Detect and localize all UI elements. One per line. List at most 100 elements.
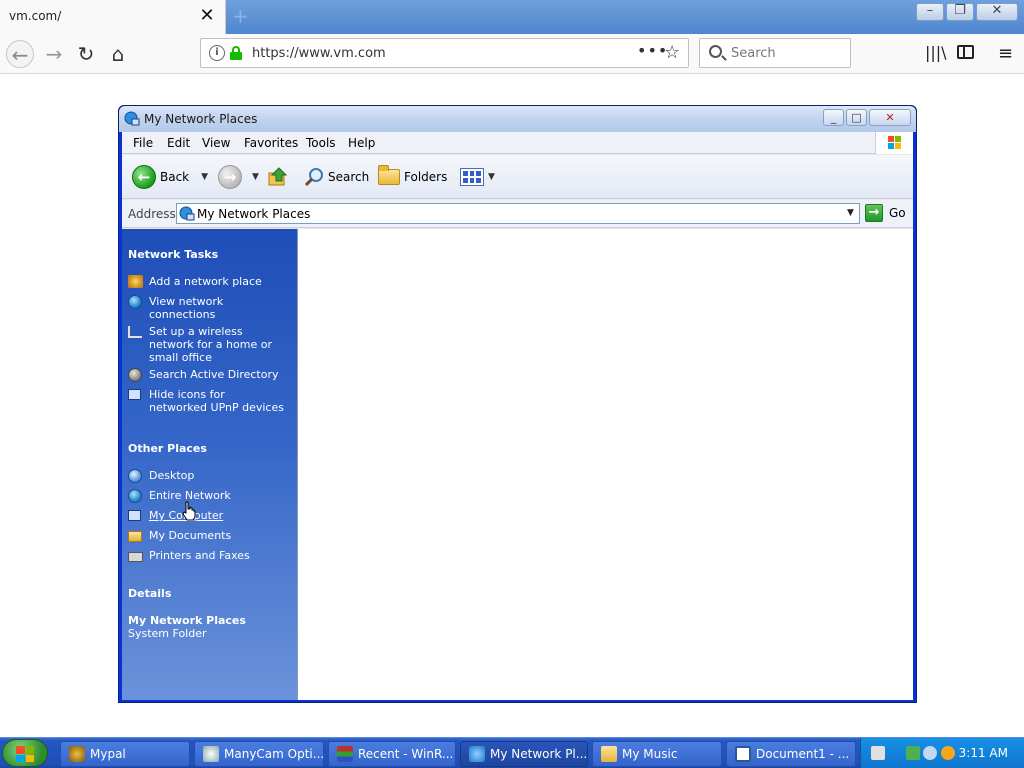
manycam-icon: [203, 746, 219, 762]
menu-tools[interactable]: Tools: [306, 136, 336, 150]
browser-tab-bar: vm.com/ ✕ + – ❐ ✕: [0, 0, 1024, 34]
task-view-network-connections[interactable]: View network connections: [128, 295, 293, 321]
place-my-documents[interactable]: My Documents: [128, 529, 293, 544]
task-label: Set up a wireless network for a home or …: [149, 325, 272, 364]
sidebar-toggle-icon[interactable]: [957, 45, 974, 59]
browser-restore-button[interactable]: ❐: [946, 3, 974, 21]
window-title-bar[interactable]: My Network Places _ □ ✕: [119, 106, 916, 132]
url-text[interactable]: https://www.vm.com: [252, 46, 386, 61]
search-placeholder: Search: [731, 46, 776, 61]
folders-button[interactable]: Folders: [378, 164, 447, 190]
windows-logo-icon: [875, 132, 913, 154]
add-network-place-icon: [128, 275, 143, 288]
winrar-icon: [337, 746, 353, 762]
address-field[interactable]: My Network Places ▼: [176, 203, 860, 224]
browser-nav-bar: ← → ↻ ⌂ i https://www.vm.com ••• ☆ Searc…: [0, 34, 1024, 74]
word-icon: [735, 746, 751, 762]
toolbar: ← Back ▼ → ▼ Search Folders ▼: [122, 155, 913, 199]
maximize-button[interactable]: □: [846, 109, 867, 126]
manycam-tray-icon[interactable]: [923, 746, 937, 760]
search-icon: [304, 168, 323, 187]
minimize-button[interactable]: _: [823, 109, 844, 126]
search-label: Search: [328, 170, 370, 184]
library-icon[interactable]: |||\: [925, 43, 947, 62]
address-value: My Network Places: [197, 207, 311, 221]
hamburger-menu-icon[interactable]: ≡: [998, 43, 1013, 64]
go-label: Go: [889, 206, 906, 220]
task-label: My Network Pl...: [490, 747, 588, 761]
search-tray-icon[interactable]: [941, 746, 955, 760]
windows-logo-icon: [16, 746, 34, 762]
browser-window-controls: – ❐ ✕: [916, 3, 1018, 21]
address-dropdown-icon[interactable]: ▼: [842, 204, 859, 223]
details-type: System Folder: [128, 627, 207, 640]
views-button[interactable]: ▼: [460, 164, 495, 190]
network-tasks-heading[interactable]: Network Tasks: [128, 248, 218, 261]
folder-content-area[interactable]: [297, 229, 913, 700]
menu-help[interactable]: Help: [348, 136, 375, 150]
menu-favorites[interactable]: Favorites: [244, 136, 298, 150]
back-arrow-icon[interactable]: ←: [6, 40, 34, 68]
start-button[interactable]: [2, 739, 48, 767]
task-hide-upnp-icons[interactable]: Hide icons for networked UPnP devices: [128, 388, 293, 414]
lock-icon: [230, 46, 242, 60]
network-tray-icon[interactable]: [906, 746, 920, 760]
place-my-computer[interactable]: My Computer: [128, 509, 293, 524]
network-places-icon: [179, 206, 195, 221]
other-places-heading[interactable]: Other Places: [128, 442, 207, 455]
reload-icon[interactable]: ↻: [72, 40, 100, 68]
forward-arrow-icon[interactable]: →: [40, 40, 68, 68]
task-document1[interactable]: Document1 - ...: [726, 741, 856, 767]
up-button[interactable]: [267, 164, 289, 190]
place-entire-network[interactable]: Entire Network: [128, 489, 293, 504]
browser-close-button[interactable]: ✕: [976, 3, 1018, 21]
address-label: Address: [128, 207, 176, 221]
tab-close-icon[interactable]: ✕: [198, 6, 216, 26]
clock[interactable]: 3:11 AM: [959, 746, 1008, 760]
taskbar: Mypal ManyCam Opti... Recent - WinR... M…: [0, 737, 1024, 768]
close-button[interactable]: ✕: [869, 109, 911, 126]
task-label: Document1 - ...: [756, 747, 850, 761]
task-label: Recent - WinR...: [358, 747, 454, 761]
menu-edit[interactable]: Edit: [167, 136, 190, 150]
my-documents-icon: [128, 531, 142, 542]
new-tab-button[interactable]: +: [232, 4, 249, 28]
browser-minimize-button[interactable]: –: [916, 3, 944, 21]
upnp-icon: [128, 389, 141, 400]
task-label: Mypal: [90, 747, 126, 761]
task-add-network-place[interactable]: Add a network place: [128, 275, 293, 290]
back-label: Back: [160, 170, 190, 184]
forward-dropdown-icon[interactable]: ▼: [252, 172, 259, 182]
task-my-music[interactable]: My Music: [592, 741, 722, 767]
keyboard-icon[interactable]: [871, 746, 885, 760]
task-pane: Network Tasks Add a network place View n…: [122, 229, 297, 700]
task-setup-wireless[interactable]: Set up a wireless network for a home or …: [128, 325, 293, 364]
details-heading[interactable]: Details: [128, 587, 171, 600]
forward-button[interactable]: → ▼: [218, 164, 259, 190]
place-desktop[interactable]: Desktop: [128, 469, 293, 484]
task-winrar[interactable]: Recent - WinR...: [328, 741, 456, 767]
task-my-network-places[interactable]: My Network Pl...: [460, 741, 588, 767]
go-button[interactable]: → Go: [865, 204, 906, 222]
back-dropdown-icon[interactable]: ▼: [201, 172, 208, 182]
task-label: ManyCam Opti...: [224, 747, 324, 761]
bookmark-star-icon[interactable]: ☆: [664, 42, 680, 63]
place-label: Printers and Faxes: [149, 549, 250, 562]
search-button[interactable]: Search: [304, 164, 369, 190]
url-bar[interactable]: i https://www.vm.com ••• ☆: [200, 38, 689, 68]
menu-file[interactable]: File: [133, 136, 153, 150]
active-directory-icon: [128, 368, 142, 382]
place-printers-faxes[interactable]: Printers and Faxes: [128, 549, 293, 564]
browser-tab[interactable]: vm.com/ ✕: [0, 0, 226, 34]
back-button[interactable]: ← Back ▼: [132, 164, 208, 190]
task-label: Hide icons for networked UPnP devices: [149, 388, 284, 414]
task-manycam[interactable]: ManyCam Opti...: [194, 741, 324, 767]
task-search-active-directory[interactable]: Search Active Directory: [128, 368, 293, 383]
home-icon[interactable]: ⌂: [104, 40, 132, 68]
site-info-icon[interactable]: i: [209, 45, 225, 61]
address-bar: Address My Network Places ▼ → Go: [122, 200, 913, 228]
search-input[interactable]: Search: [699, 38, 851, 68]
forward-icon: →: [218, 165, 242, 189]
menu-view[interactable]: View: [202, 136, 230, 150]
task-mypal[interactable]: Mypal: [60, 741, 190, 767]
